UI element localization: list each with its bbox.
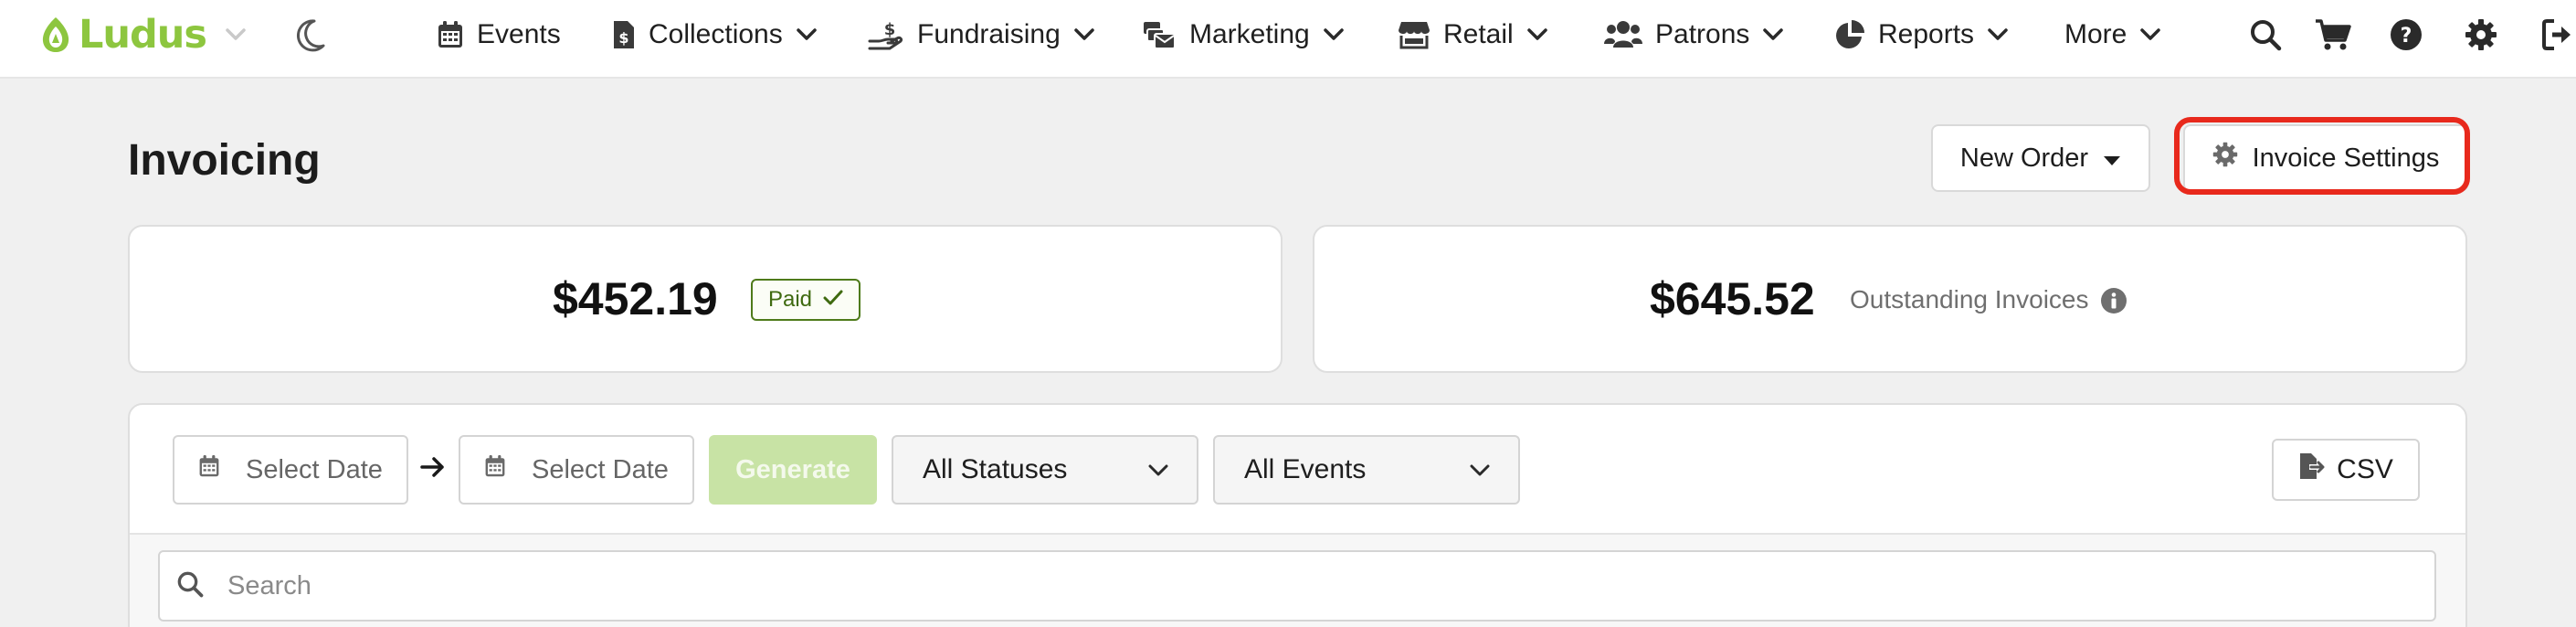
store-icon bbox=[1398, 20, 1431, 49]
nav-reports[interactable]: Reports bbox=[1834, 16, 2009, 53]
start-date-placeholder: Select Date bbox=[246, 454, 383, 484]
paid-amount: $452.19 bbox=[553, 273, 718, 324]
chevron-down-icon bbox=[1073, 27, 1095, 42]
new-order-label: New Order bbox=[1959, 143, 2089, 173]
chevron-down-icon[interactable] bbox=[225, 27, 247, 42]
mail-bulk-icon bbox=[1142, 19, 1177, 50]
svg-text:?: ? bbox=[2401, 25, 2412, 48]
paid-summary-card: $452.19 Paid bbox=[128, 225, 1283, 373]
paid-badge-label: Paid bbox=[767, 287, 813, 312]
calendar-icon bbox=[198, 453, 220, 486]
calendar-icon bbox=[484, 453, 506, 486]
nav-label: More bbox=[2064, 19, 2127, 49]
start-date-picker[interactable]: Select Date bbox=[173, 435, 408, 505]
users-icon bbox=[1604, 20, 1642, 49]
nav-label: Fundraising bbox=[917, 19, 1061, 49]
csv-label: CSV bbox=[2337, 454, 2393, 484]
paid-status-badge: Paid bbox=[751, 279, 860, 321]
nav-label: Retail bbox=[1443, 19, 1514, 49]
invoice-settings-button[interactable]: Invoice Settings bbox=[2183, 124, 2468, 192]
chevron-down-icon bbox=[796, 27, 818, 42]
nav-label: Collections bbox=[649, 19, 783, 49]
nav-label: Events bbox=[477, 19, 561, 49]
chevron-down-icon bbox=[1323, 27, 1345, 42]
nav-label: Patrons bbox=[1655, 19, 1750, 49]
status-select-value: All Statuses bbox=[923, 454, 1068, 484]
arrow-right-icon bbox=[420, 455, 446, 484]
search-input[interactable] bbox=[227, 570, 2434, 601]
nav-marketing[interactable]: Marketing bbox=[1142, 16, 1345, 53]
page-title: Invoicing bbox=[128, 136, 321, 185]
top-navigation-bar: Ludus Events $ Collections $ Fundraising bbox=[0, 0, 2576, 79]
search-box[interactable] bbox=[158, 550, 2436, 622]
nav-label: Reports bbox=[1878, 19, 1975, 49]
dark-mode-toggle-icon[interactable] bbox=[294, 18, 327, 58]
brand-logo[interactable]: Ludus bbox=[38, 12, 247, 58]
nav-retail[interactable]: Retail bbox=[1398, 16, 1548, 53]
end-date-placeholder: Select Date bbox=[532, 454, 669, 484]
logout-icon[interactable] bbox=[2541, 18, 2574, 56]
brand-name: Ludus bbox=[79, 12, 207, 58]
invoice-dollar-icon: $ bbox=[612, 19, 636, 50]
chevron-down-icon bbox=[1469, 454, 1491, 485]
chevron-down-icon bbox=[2139, 27, 2161, 42]
csv-export-button[interactable]: CSV bbox=[2272, 439, 2420, 501]
end-date-picker[interactable]: Select Date bbox=[459, 435, 694, 505]
outstanding-amount: $645.52 bbox=[1650, 273, 1815, 324]
gear-icon bbox=[2212, 142, 2238, 175]
outstanding-label: Outstanding Invoices bbox=[1850, 285, 2089, 314]
chevron-down-icon bbox=[1147, 454, 1169, 485]
search-icon[interactable] bbox=[2249, 18, 2282, 56]
pie-chart-icon bbox=[1834, 19, 1865, 50]
svg-text:$: $ bbox=[618, 29, 628, 47]
nav-events[interactable]: Events bbox=[437, 16, 561, 53]
search-icon bbox=[176, 570, 204, 602]
file-export-icon bbox=[2298, 452, 2326, 488]
status-select[interactable]: All Statuses bbox=[892, 435, 1198, 505]
nav-patrons[interactable]: Patrons bbox=[1604, 16, 1784, 53]
hand-holding-dollar-icon: $ bbox=[868, 19, 904, 50]
invoice-settings-label: Invoice Settings bbox=[2252, 143, 2440, 173]
info-icon[interactable] bbox=[2100, 287, 2127, 319]
divider bbox=[130, 533, 2465, 535]
check-icon bbox=[823, 287, 843, 313]
nav-label: Marketing bbox=[1189, 19, 1310, 49]
chevron-down-icon bbox=[1987, 27, 2009, 42]
new-order-button[interactable]: New Order bbox=[1931, 124, 2150, 192]
nav-fundraising[interactable]: $ Fundraising bbox=[868, 16, 1095, 53]
nav-more[interactable]: More bbox=[2064, 16, 2161, 53]
help-icon[interactable]: ? bbox=[2390, 18, 2423, 56]
nav-collections[interactable]: $ Collections bbox=[612, 16, 818, 53]
caret-down-icon bbox=[2103, 143, 2121, 174]
events-select[interactable]: All Events bbox=[1213, 435, 1520, 505]
cart-icon[interactable] bbox=[2315, 18, 2351, 56]
outstanding-summary-card: $645.52 Outstanding Invoices bbox=[1313, 225, 2467, 373]
chevron-down-icon bbox=[1762, 27, 1784, 42]
chevron-down-icon bbox=[1526, 27, 1548, 42]
gear-icon[interactable] bbox=[2465, 18, 2497, 56]
calendar-icon bbox=[437, 20, 464, 49]
events-select-value: All Events bbox=[1244, 454, 1367, 484]
ludus-logo-icon bbox=[38, 16, 73, 54]
svg-text:$: $ bbox=[884, 20, 896, 39]
generate-button[interactable]: Generate bbox=[709, 435, 877, 505]
